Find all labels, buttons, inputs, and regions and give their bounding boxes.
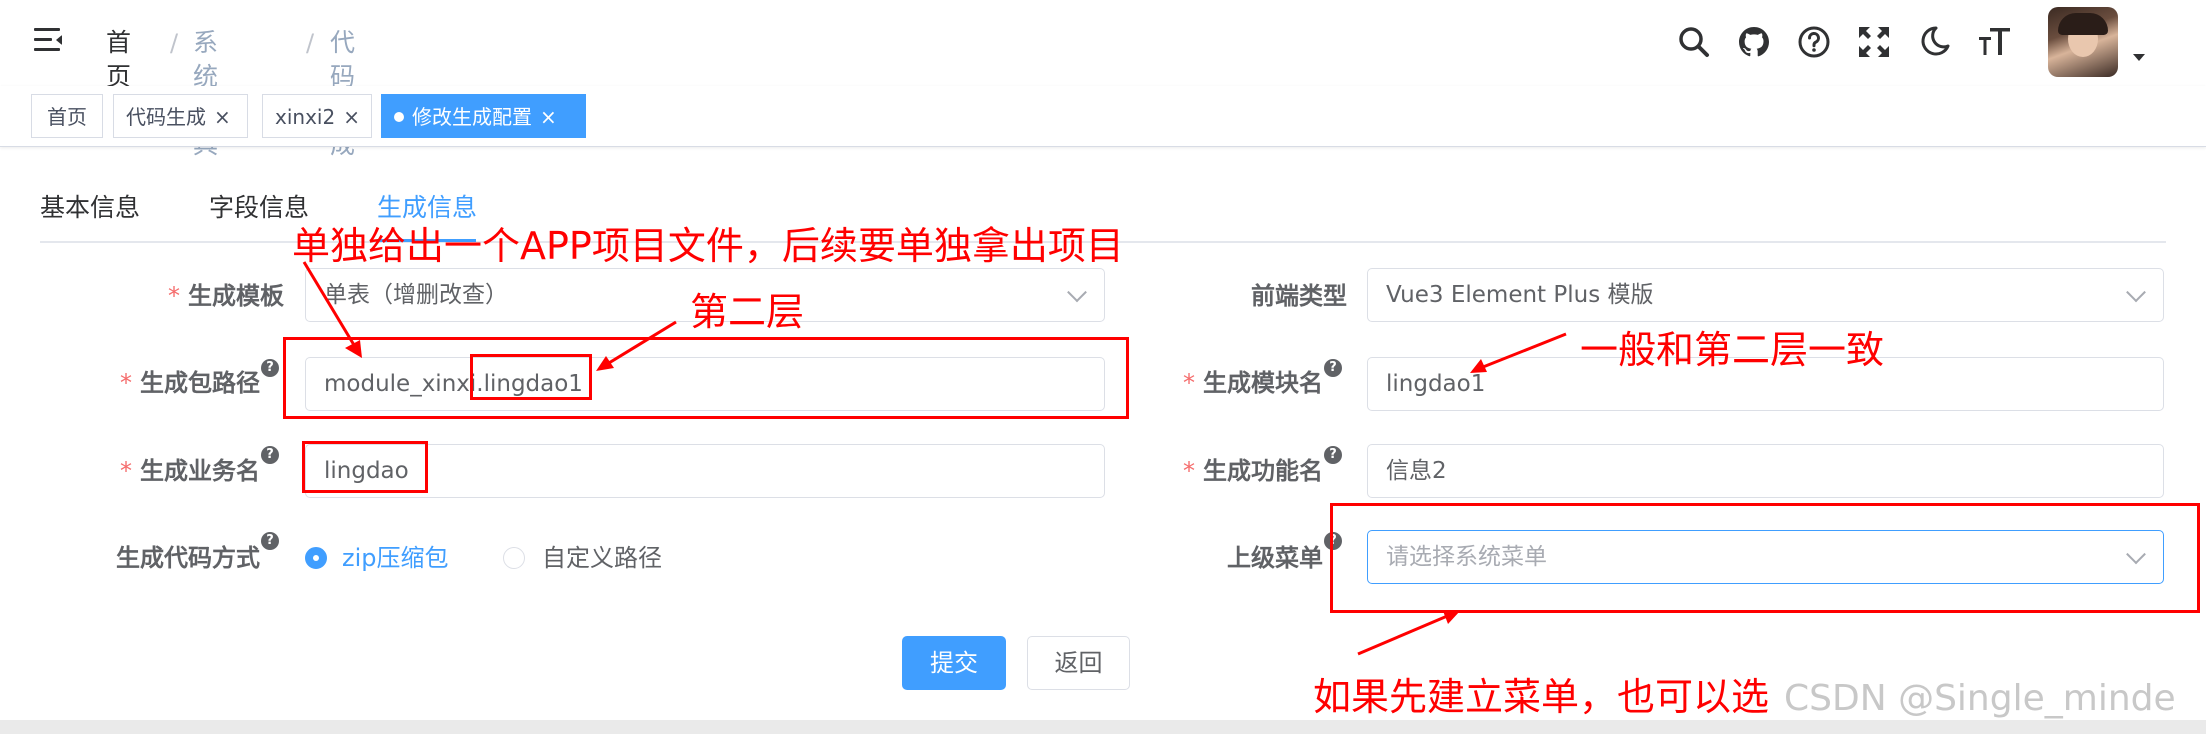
active-dot-icon [394,111,404,122]
frontend-value: Vue3 Element Plus 模版 [1386,282,1654,308]
gentype-label: 生成代码方式 [116,544,260,572]
tpl-value: 单表（增删改查） [324,282,508,308]
help-icon[interactable]: ? [261,446,279,464]
tag-label: 代码生成 [126,105,206,129]
radio-custom-path[interactable] [503,547,525,569]
package-label: * 生成包路径 [120,369,260,397]
radio-zip[interactable] [305,547,327,569]
annotation-second-layer: 第二层 [690,290,805,334]
close-icon[interactable]: × [214,105,231,129]
submit-button[interactable]: 提交 [902,636,1006,690]
function-input[interactable]: 信息2 [1367,444,2164,498]
user-dropdown-caret-icon[interactable] [2133,54,2145,61]
function-value: 信息2 [1386,458,1447,484]
module-label: * 生成模块名 [1183,369,1323,397]
chevron-down-icon [2126,282,2146,303]
annotation-box-business [302,441,428,493]
tpl-label: * 生成模板 [168,282,284,310]
help-icon[interactable] [1796,24,1832,60]
tab-basic-info[interactable]: 基本信息 [40,190,140,226]
tag-label: 首页 [47,105,87,129]
breadcrumb-home[interactable]: 首页 [106,26,131,94]
parent-menu-label: 上级菜单 [1227,544,1323,572]
back-button[interactable]: 返回 [1027,636,1130,690]
tag-edit-gen-config[interactable]: 修改生成配置 × [381,94,586,138]
font-size-icon[interactable] [1976,24,2012,60]
frontend-label: 前端类型 [1251,282,1347,310]
function-label: * 生成功能名 [1183,457,1323,485]
sidebar-toggle-icon[interactable] [34,28,64,54]
chevron-down-icon [1067,282,1087,303]
annotation-same-as-second: 一般和第二层一致 [1580,328,1885,372]
breadcrumb-separator: / [306,29,315,57]
dark-mode-icon[interactable] [1916,24,1952,60]
tag-code-gen[interactable]: 代码生成 × [113,94,248,138]
annotation-box-parent-menu [1330,503,2200,613]
annotation-top-note: 单独给出一个APP项目文件，后续要单独拿出项目 [292,224,1124,268]
help-icon[interactable]: ? [1324,359,1342,377]
module-value: lingdao1 [1386,371,1486,397]
watermark: CSDN @Single_minde [1784,678,2176,719]
help-icon[interactable]: ? [1324,446,1342,464]
tag-home[interactable]: 首页 [31,94,103,138]
annotation-box-second-layer [470,354,592,400]
frontend-select[interactable]: Vue3 Element Plus 模版 [1367,268,2164,322]
close-icon[interactable]: × [343,105,360,129]
breadcrumb-separator: / [170,29,179,57]
page-bottom-strip [0,720,2206,734]
search-icon[interactable] [1676,24,1712,60]
annotation-menu-note: 如果先建立菜单，也可以选 [1313,675,1770,719]
tab-gen-info[interactable]: 生成信息 [377,190,477,226]
radio-zip-label[interactable]: zip压缩包 [342,540,449,576]
tag-label: xinxi2 [275,105,336,129]
business-label: * 生成业务名 [120,457,260,485]
tab-field-info[interactable]: 字段信息 [209,190,309,226]
help-icon[interactable]: ? [261,532,279,550]
radio-custom-path-label[interactable]: 自定义路径 [542,540,662,576]
tag-xinxi2[interactable]: xinxi2 × [262,94,372,138]
github-icon[interactable] [1736,24,1772,60]
annotation-box-package [283,337,1129,419]
user-avatar[interactable] [2048,7,2118,77]
help-icon[interactable]: ? [261,359,279,377]
close-icon[interactable]: × [540,105,557,129]
tag-label: 修改生成配置 [412,105,532,129]
fullscreen-icon[interactable] [1856,24,1892,60]
